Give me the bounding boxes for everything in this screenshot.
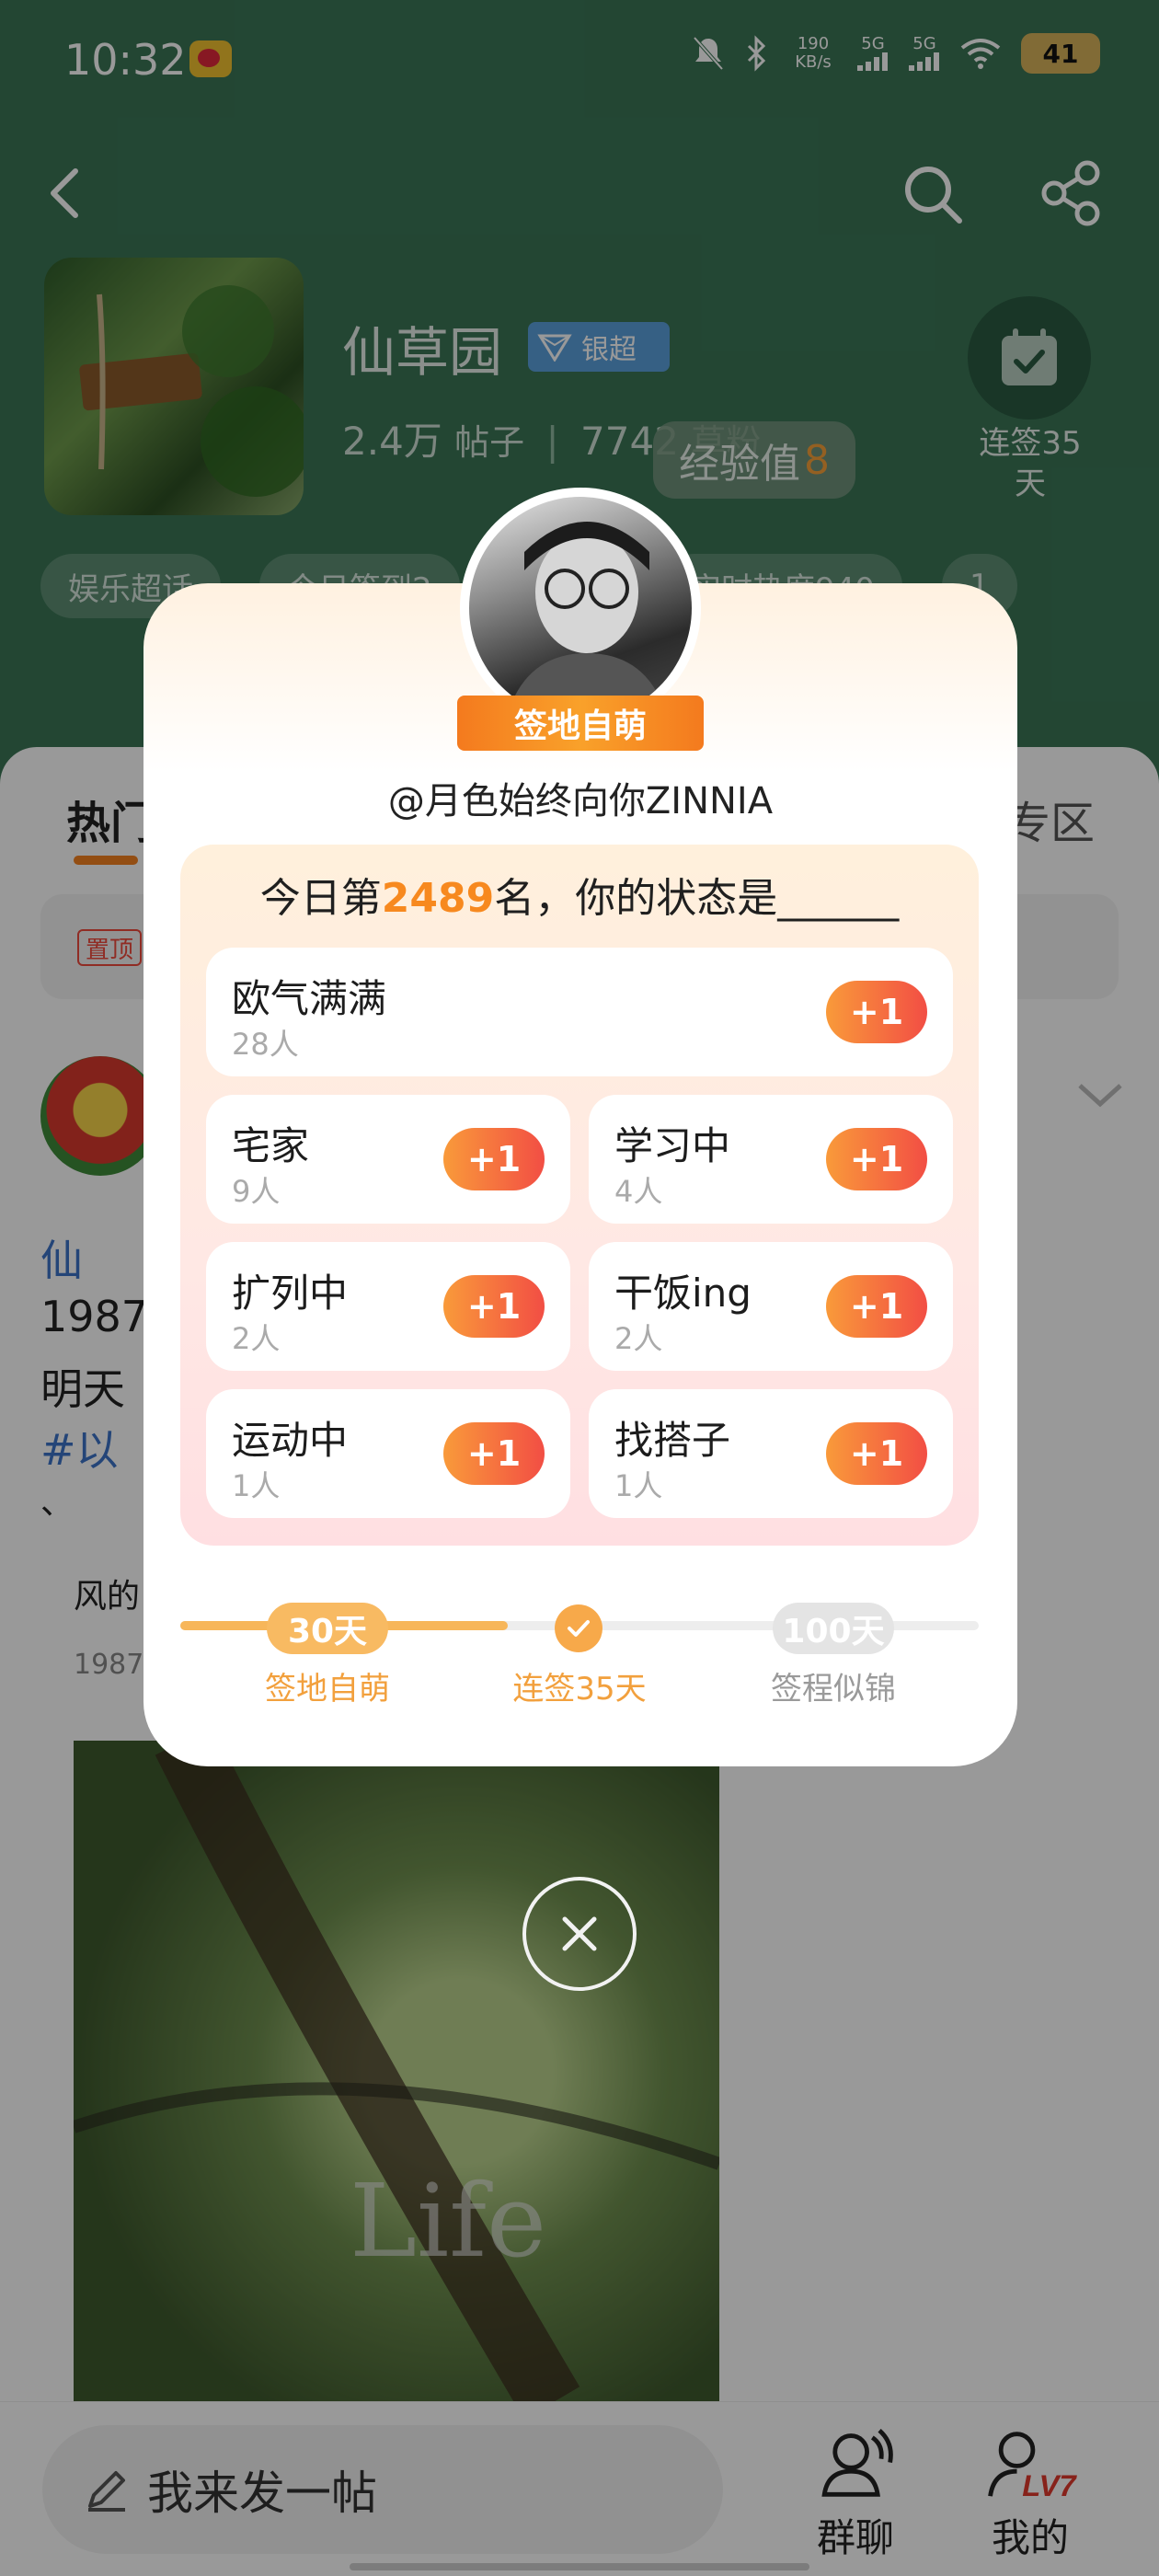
milestone-30-label: 签地自萌: [265, 1671, 390, 1708]
status-option-friends[interactable]: 扩列中 2人 +1: [206, 1242, 570, 1371]
option-name: 干饭ing: [614, 1271, 752, 1316]
status-option-exercise[interactable]: 运动中 1人 +1: [206, 1389, 570, 1518]
checkin-rank: 2489: [381, 875, 495, 922]
milestone-100-label: 签程似锦: [771, 1671, 896, 1708]
status-prompt-suffix: 名，你的状态是______: [494, 875, 900, 922]
milestone-30: 30天: [267, 1603, 388, 1654]
plus-one-button[interactable]: +1: [443, 1275, 545, 1338]
milestone-current-label: 连签35天: [512, 1671, 647, 1708]
status-option-buddy[interactable]: 找搭子 1人 +1: [589, 1389, 953, 1518]
option-name: 找搭子: [614, 1418, 731, 1463]
close-modal-button[interactable]: [522, 1877, 637, 1991]
checkin-ribbon: 签地自萌: [457, 696, 704, 751]
option-count: 4人: [614, 1174, 663, 1209]
option-name: 扩列中: [232, 1271, 349, 1316]
option-count: 2人: [614, 1321, 663, 1356]
status-option-home[interactable]: 宅家 9人 +1: [206, 1095, 570, 1224]
plus-one-button[interactable]: +1: [826, 1422, 927, 1485]
option-count: 28人: [232, 1027, 299, 1062]
status-option-studying[interactable]: 学习中 4人 +1: [589, 1095, 953, 1224]
plus-one-button[interactable]: +1: [826, 981, 927, 1043]
user-avatar: [469, 497, 692, 719]
milestone-100: 100天: [773, 1603, 894, 1654]
option-name: 学习中: [614, 1123, 731, 1168]
option-count: 1人: [232, 1468, 281, 1503]
option-count: 2人: [232, 1321, 281, 1356]
plus-one-button[interactable]: +1: [443, 1422, 545, 1485]
option-name: 欧气满满: [232, 976, 387, 1021]
close-icon: [562, 1916, 597, 1951]
plus-one-button[interactable]: +1: [443, 1128, 545, 1190]
status-option-eating[interactable]: 干饭ing 2人 +1: [589, 1242, 953, 1371]
current-streak-check-icon: [555, 1604, 602, 1652]
status-prompt-prefix: 今日第: [259, 875, 382, 922]
option-name: 宅家: [232, 1123, 310, 1168]
username: @月色始终向你ZINNIA: [387, 780, 774, 822]
status-prompt: 今日第2489名，你的状态是______: [180, 865, 979, 924]
plus-one-button[interactable]: +1: [826, 1275, 927, 1338]
plus-one-button[interactable]: +1: [826, 1128, 927, 1190]
option-count: 9人: [232, 1174, 281, 1209]
status-option-lucky[interactable]: 欧气满满 28人 +1: [206, 948, 953, 1076]
option-name: 运动中: [232, 1418, 349, 1463]
option-count: 1人: [614, 1468, 663, 1503]
